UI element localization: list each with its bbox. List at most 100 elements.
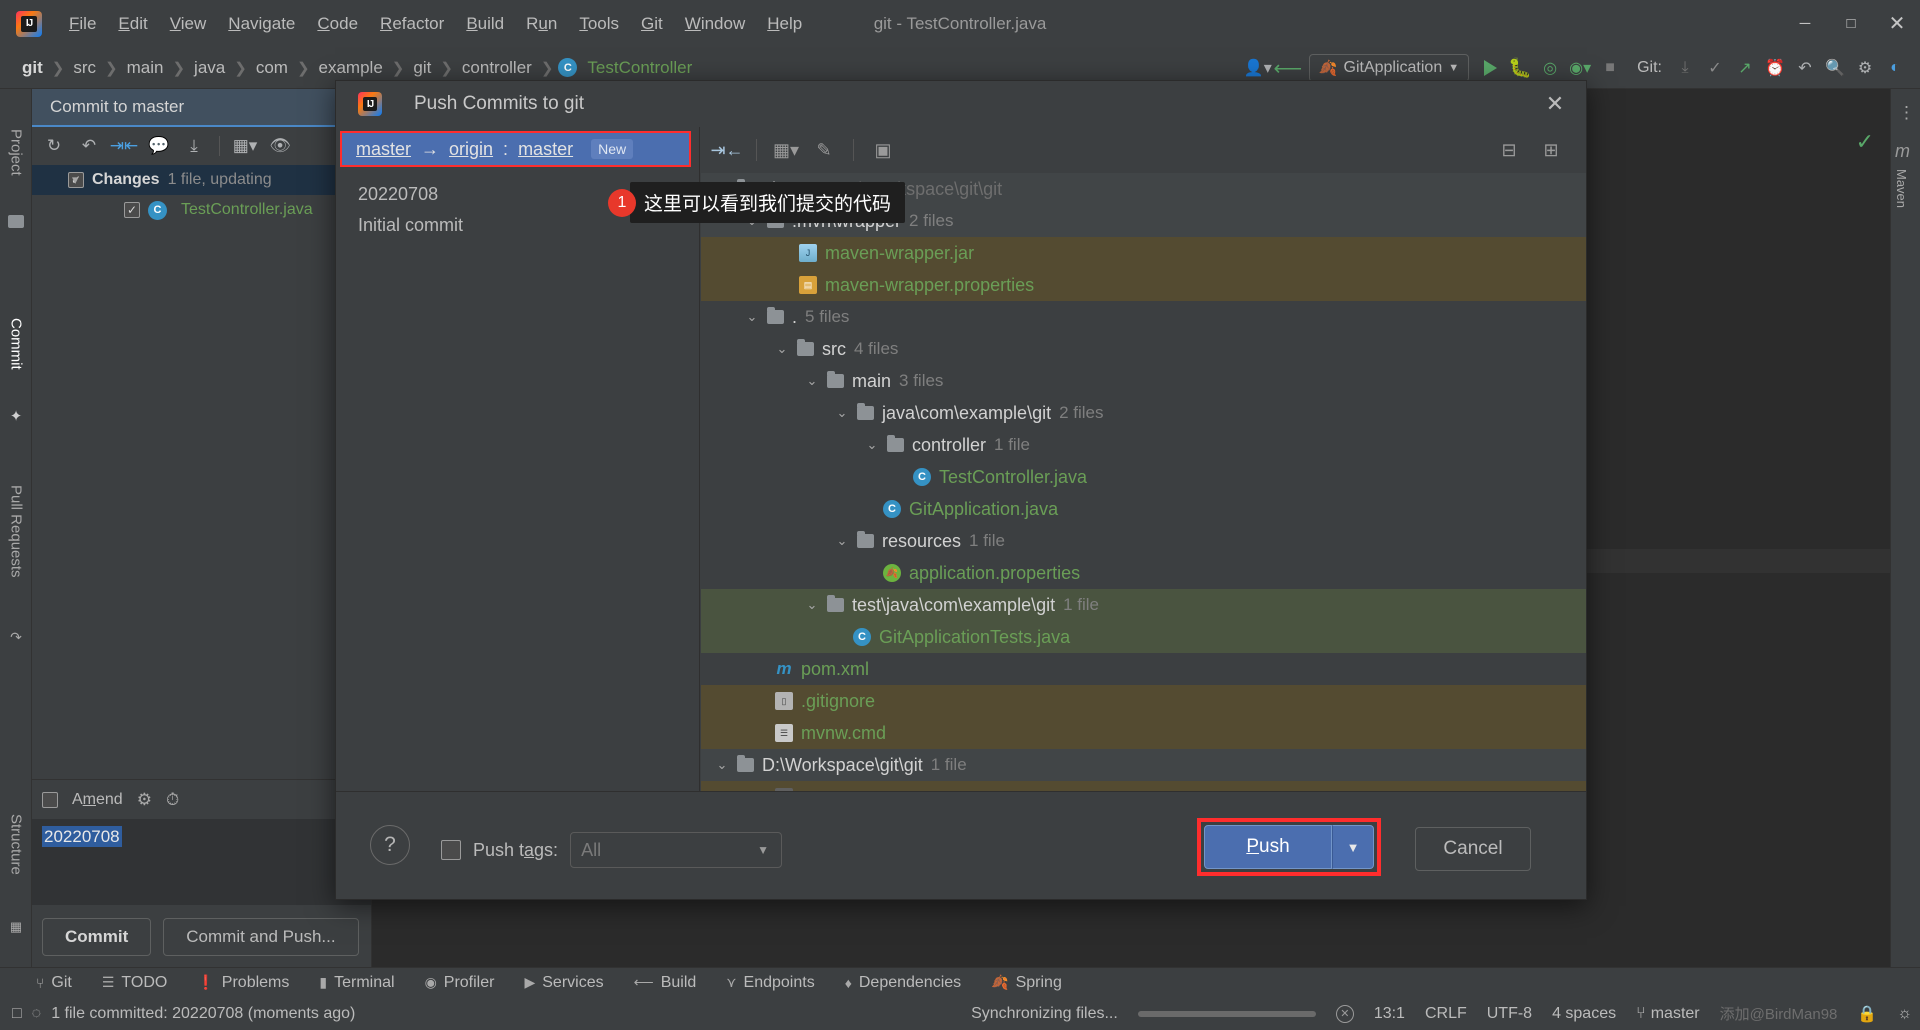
- ide-icon[interactable]: ◐: [1880, 52, 1910, 84]
- breadcrumb-item-testcontroller[interactable]: TestController: [583, 58, 696, 78]
- menu-code[interactable]: Code: [306, 11, 369, 37]
- tree-row[interactable]: ⌄ resources 1 file: [701, 525, 1586, 557]
- stop-icon[interactable]: ■: [1595, 52, 1625, 84]
- history-icon[interactable]: ⏰: [1760, 52, 1790, 84]
- tree-row[interactable]: m pom.xml: [701, 653, 1586, 685]
- tree-row[interactable]: ☰ mvnw.cmd: [701, 717, 1586, 749]
- preview-icon[interactable]: ▣: [866, 134, 900, 166]
- cancel-progress-icon[interactable]: ✕: [1335, 1004, 1354, 1023]
- push-target-row[interactable]: master → origin : master New: [340, 131, 691, 167]
- chevron-down-icon[interactable]: ⌄: [835, 533, 849, 549]
- chevron-down-icon[interactable]: ▾: [72, 172, 79, 188]
- breadcrumb-item-java[interactable]: java: [190, 58, 229, 78]
- menu-edit[interactable]: Edit: [107, 11, 158, 37]
- minimize-icon[interactable]: ─: [1782, 0, 1828, 47]
- tab-problems[interactable]: ❗ Problems: [197, 974, 289, 992]
- edit-icon[interactable]: ✎: [807, 134, 841, 166]
- push-tags-checkbox[interactable]: [441, 840, 461, 860]
- chevron-down-icon[interactable]: ⌄: [715, 757, 729, 773]
- inspections-icon[interactable]: ☼: [1897, 1005, 1912, 1023]
- rollback-icon[interactable]: ↶: [73, 131, 105, 161]
- menu-file[interactable]: File: [58, 11, 107, 37]
- breadcrumb-item-src[interactable]: src: [69, 58, 100, 78]
- commit-message-input[interactable]: 20220708: [32, 819, 371, 905]
- chevron-down-icon[interactable]: ⌄: [805, 373, 819, 389]
- chevron-down-icon[interactable]: ⌄: [745, 309, 759, 325]
- changes-node[interactable]: ▾ ✓ Changes 1 file, updating: [32, 165, 371, 195]
- tree-row[interactable]: C GitApplication.java: [701, 493, 1586, 525]
- tree-row[interactable]: ⌄ . 5 files: [701, 301, 1586, 333]
- menu-run[interactable]: Run: [515, 11, 568, 37]
- tab-profiler[interactable]: ◉ Profiler: [425, 974, 495, 992]
- tree-row[interactable]: ⌄ java\com\example\git 2 files: [701, 397, 1586, 429]
- search-everywhere-icon[interactable]: 🔍: [1820, 52, 1850, 84]
- chevron-down-icon[interactable]: ⌄: [775, 341, 789, 357]
- menu-git[interactable]: Git: [630, 11, 674, 37]
- breadcrumb-item-main[interactable]: main: [123, 58, 168, 78]
- diff-icon[interactable]: ⇥⇤: [108, 131, 140, 161]
- group-by-icon[interactable]: ▦▾: [769, 134, 803, 166]
- tree-row[interactable]: ⌄ main 3 files: [701, 365, 1586, 397]
- collapse-all-icon[interactable]: ⇥←: [710, 134, 744, 166]
- group-by-icon[interactable]: ▦▾: [229, 131, 261, 161]
- push-target-branch[interactable]: master: [518, 139, 573, 160]
- sidebar-item-pull-requests[interactable]: Pull Requests: [0, 444, 32, 619]
- tree-row[interactable]: ⌄ D:\Workspace\git\git 1 file: [701, 749, 1586, 781]
- breadcrumb-item-com[interactable]: com: [252, 58, 292, 78]
- settings-gear-icon[interactable]: ⚙: [137, 790, 152, 810]
- sidebar-item-maven[interactable]: Maven: [1894, 169, 1909, 208]
- tab-build[interactable]: ⟵ Build: [634, 974, 697, 992]
- tree-row[interactable]: C TestController.java: [701, 461, 1586, 493]
- commit-and-push-button[interactable]: Commit and Push...: [163, 918, 359, 956]
- tree-row[interactable]: ⌄ test\java\com\example\git 1 file: [701, 589, 1586, 621]
- close-icon[interactable]: ✕: [1542, 91, 1568, 117]
- tree-row[interactable]: ⌄ src 4 files: [701, 333, 1586, 365]
- menu-navigate[interactable]: Navigate: [217, 11, 306, 37]
- breadcrumb-item-git[interactable]: git: [18, 58, 47, 78]
- history-clock-icon[interactable]: ⏱: [166, 790, 179, 810]
- rollback-icon[interactable]: ↶: [1790, 52, 1820, 84]
- more-options-icon[interactable]: ⋮: [1898, 103, 1915, 123]
- preview-diff-icon[interactable]: 👁: [264, 131, 296, 161]
- tab-git[interactable]: ⑂ Git: [36, 974, 72, 992]
- help-question-icon[interactable]: ?: [370, 825, 410, 865]
- breadcrumb-item-controller[interactable]: controller: [458, 58, 536, 78]
- event-log-icon[interactable]: □: [12, 1005, 22, 1023]
- menu-tools[interactable]: Tools: [568, 11, 630, 37]
- push-tags-select[interactable]: All ▼: [570, 832, 783, 868]
- tab-spring[interactable]: 🍂 Spring: [991, 974, 1062, 992]
- maven-icon[interactable]: m: [1895, 141, 1910, 162]
- encoding[interactable]: UTF-8: [1487, 1005, 1532, 1023]
- menu-refactor[interactable]: Refactor: [369, 11, 455, 37]
- list-item[interactable]: ✓ C TestController.java: [32, 195, 371, 225]
- sidebar-item-commit[interactable]: Commit: [0, 289, 32, 399]
- push-button[interactable]: Push: [1204, 825, 1332, 869]
- sidebar-item-project[interactable]: Project: [0, 97, 32, 207]
- close-icon[interactable]: ✕: [1874, 0, 1920, 47]
- menu-bar[interactable]: File Edit View Navigate Code Refactor Bu…: [58, 0, 813, 47]
- file-checkbox[interactable]: ✓: [124, 202, 140, 218]
- tree-row[interactable]: ▤ maven-wrapper.properties: [701, 269, 1586, 301]
- commit-icon[interactable]: ✓: [1700, 52, 1730, 84]
- changed-files-tree[interactable]: ⌄ git 9 files D:\Workspace\git\git ⌄ .mv…: [701, 173, 1586, 791]
- chevron-down-icon[interactable]: ⌄: [805, 597, 819, 613]
- cancel-button[interactable]: Cancel: [1415, 827, 1531, 871]
- breadcrumb-item-git2[interactable]: git: [409, 58, 435, 78]
- menu-help[interactable]: Help: [756, 11, 813, 37]
- commit-button[interactable]: Commit: [42, 918, 152, 956]
- expand-all-icon[interactable]: ⊟: [1492, 134, 1526, 166]
- maximize-icon[interactable]: □: [1828, 0, 1874, 47]
- tree-row[interactable]: ⌄ controller 1 file: [701, 429, 1586, 461]
- chevron-down-icon[interactable]: ⌄: [835, 405, 849, 421]
- tab-endpoints[interactable]: ⋎ Endpoints: [726, 974, 814, 992]
- menu-window[interactable]: Window: [674, 11, 756, 37]
- tab-todo[interactable]: ☰ TODO: [102, 974, 168, 992]
- breadcrumb-item-example[interactable]: example: [315, 58, 387, 78]
- indent-setting[interactable]: 4 spaces: [1552, 1005, 1616, 1023]
- line-separator[interactable]: CRLF: [1425, 1005, 1467, 1023]
- sidebar-item-structure[interactable]: Structure: [0, 779, 32, 909]
- chevron-down-icon[interactable]: ⌄: [865, 437, 879, 453]
- git-branch-widget[interactable]: ⑂ master: [1636, 1005, 1700, 1023]
- update-project-icon[interactable]: ⤓: [1670, 52, 1700, 84]
- push-dropdown-button[interactable]: ▼: [1332, 825, 1374, 869]
